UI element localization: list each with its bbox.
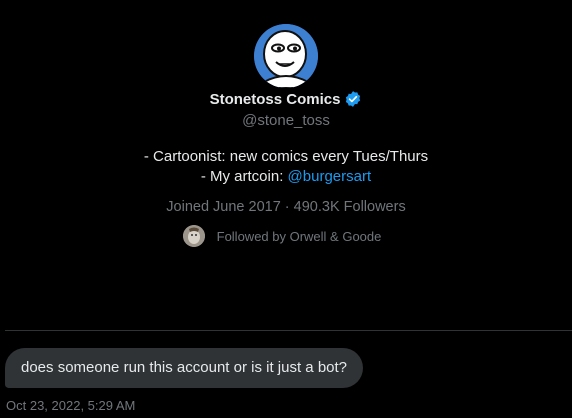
profile-meta: Joined June 2017 · 490.3K Followers <box>166 199 405 215</box>
artcoin-link[interactable]: @burgersart <box>288 168 372 185</box>
meta-separator: · <box>280 199 294 215</box>
user-handle: @stone_toss <box>242 112 330 129</box>
follower-avatar <box>182 225 205 247</box>
joined-date: Joined June 2017 <box>166 199 281 215</box>
divider <box>5 330 572 331</box>
display-name[interactable]: Stonetoss Comics <box>210 91 341 108</box>
followed-by-row[interactable]: Followed by Orwell & Goode <box>182 225 382 247</box>
verified-badge-icon[interactable] <box>344 90 362 108</box>
profile-avatar[interactable] <box>254 24 318 88</box>
bio-line-2: - My artcoin: @burgersart <box>144 167 428 187</box>
profile-bio: - Cartoonist: new comics every Tues/Thur… <box>144 147 428 187</box>
bio-line-1: - Cartoonist: new comics every Tues/Thur… <box>143 148 429 165</box>
followed-by-text: Followed by Orwell & Goode <box>216 228 382 244</box>
message-timestamp: Oct 23, 2022, 5:29 AM <box>6 398 136 413</box>
message-bubble[interactable]: does someone run this account or is it j… <box>5 348 364 388</box>
profile-header: Stonetoss Comics @stone_toss - Cartoonis… <box>0 0 572 247</box>
bio-line-2-prefix: - My artcoin: <box>200 168 288 185</box>
followers-count[interactable]: 490.3K Followers <box>294 199 406 215</box>
name-row: Stonetoss Comics <box>210 90 363 108</box>
